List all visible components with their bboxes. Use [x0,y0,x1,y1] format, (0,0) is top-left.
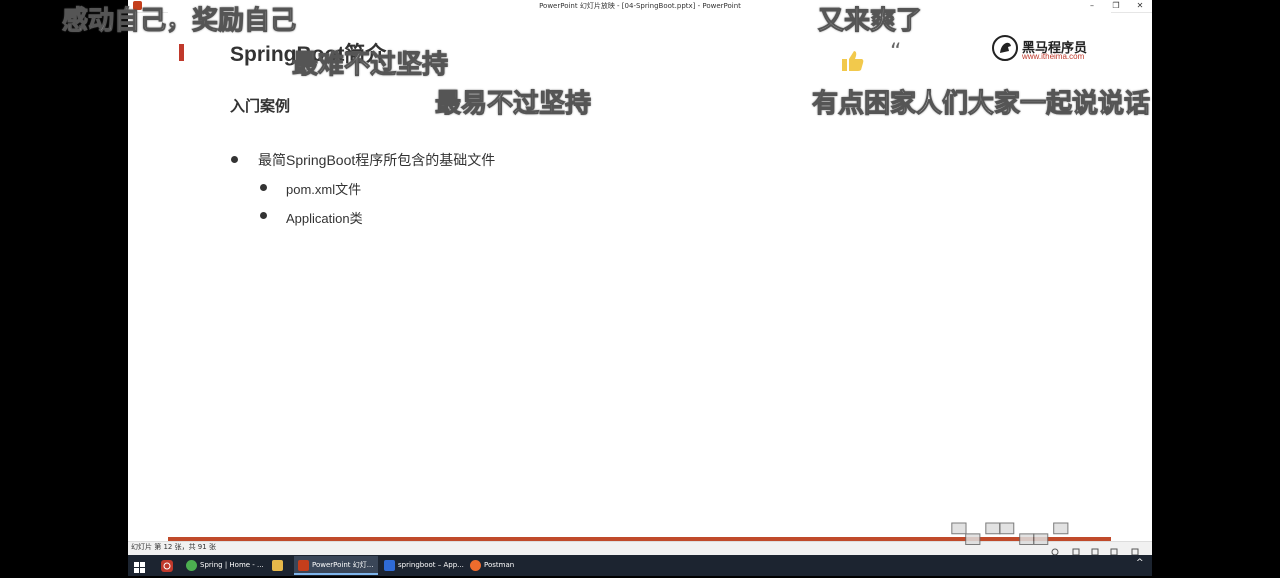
taskbar-item-powerpoint[interactable]: PowerPoint 幻灯... [294,556,378,575]
horse-logo-icon [992,35,1018,61]
chrome-icon [186,560,197,571]
taskbar-item-intellij[interactable]: springboot – App... [380,556,464,575]
powerpoint-icon [298,560,309,571]
danmaku-comment: 感动自己，奖励自己 [61,6,297,37]
taskbar-item-chrome[interactable]: Spring | Home - ... [182,556,266,575]
section-heading: 入门案例 [230,98,291,115]
minimize-button[interactable]: – [1080,0,1104,12]
maximize-button[interactable]: ❐ [1104,0,1128,12]
danmaku-comment: 又来爽了 [817,6,923,37]
postman-icon [470,560,481,571]
intellij-icon [384,560,395,571]
bullet-item: 最简SpringBoot程序所包含的基础文件 [258,152,496,168]
danmaku-comment: 最易不过坚持 [434,89,592,120]
sub-bullet-item: pom.xml文件 [286,182,362,197]
thumbs-up-icon [840,48,866,74]
sub-bullet-dot [260,184,267,191]
bullet-dot [231,156,238,163]
windows-start-icon[interactable] [134,559,146,573]
slide-counter: 幻灯片 第 12 张，共 91 张 [131,543,216,551]
close-button[interactable]: ✕ [1128,0,1152,12]
danmaku-comment: 最难不过坚持 [291,50,449,81]
danmaku-comment: 有点困家人们大家一起说说话 [811,89,1151,120]
tray-expand-icon[interactable]: ^ [1136,558,1144,568]
taskbar-item-explorer[interactable] [268,556,292,575]
file-explorer-icon [272,560,283,571]
taskbar-item-postman[interactable]: Postman [466,556,546,575]
title-accent-bar [179,44,184,61]
sub-bullet-item: Application类 [286,211,363,226]
pinned-app-icon[interactable] [160,558,174,572]
quote-mark-icon: “ [890,40,902,65]
sub-bullet-dot [260,212,267,219]
logo-url: www.itheima.com [1022,52,1085,61]
watermark-overlay: ▀▄ ▀▀ ▄▄ ▀ [952,524,1069,546]
